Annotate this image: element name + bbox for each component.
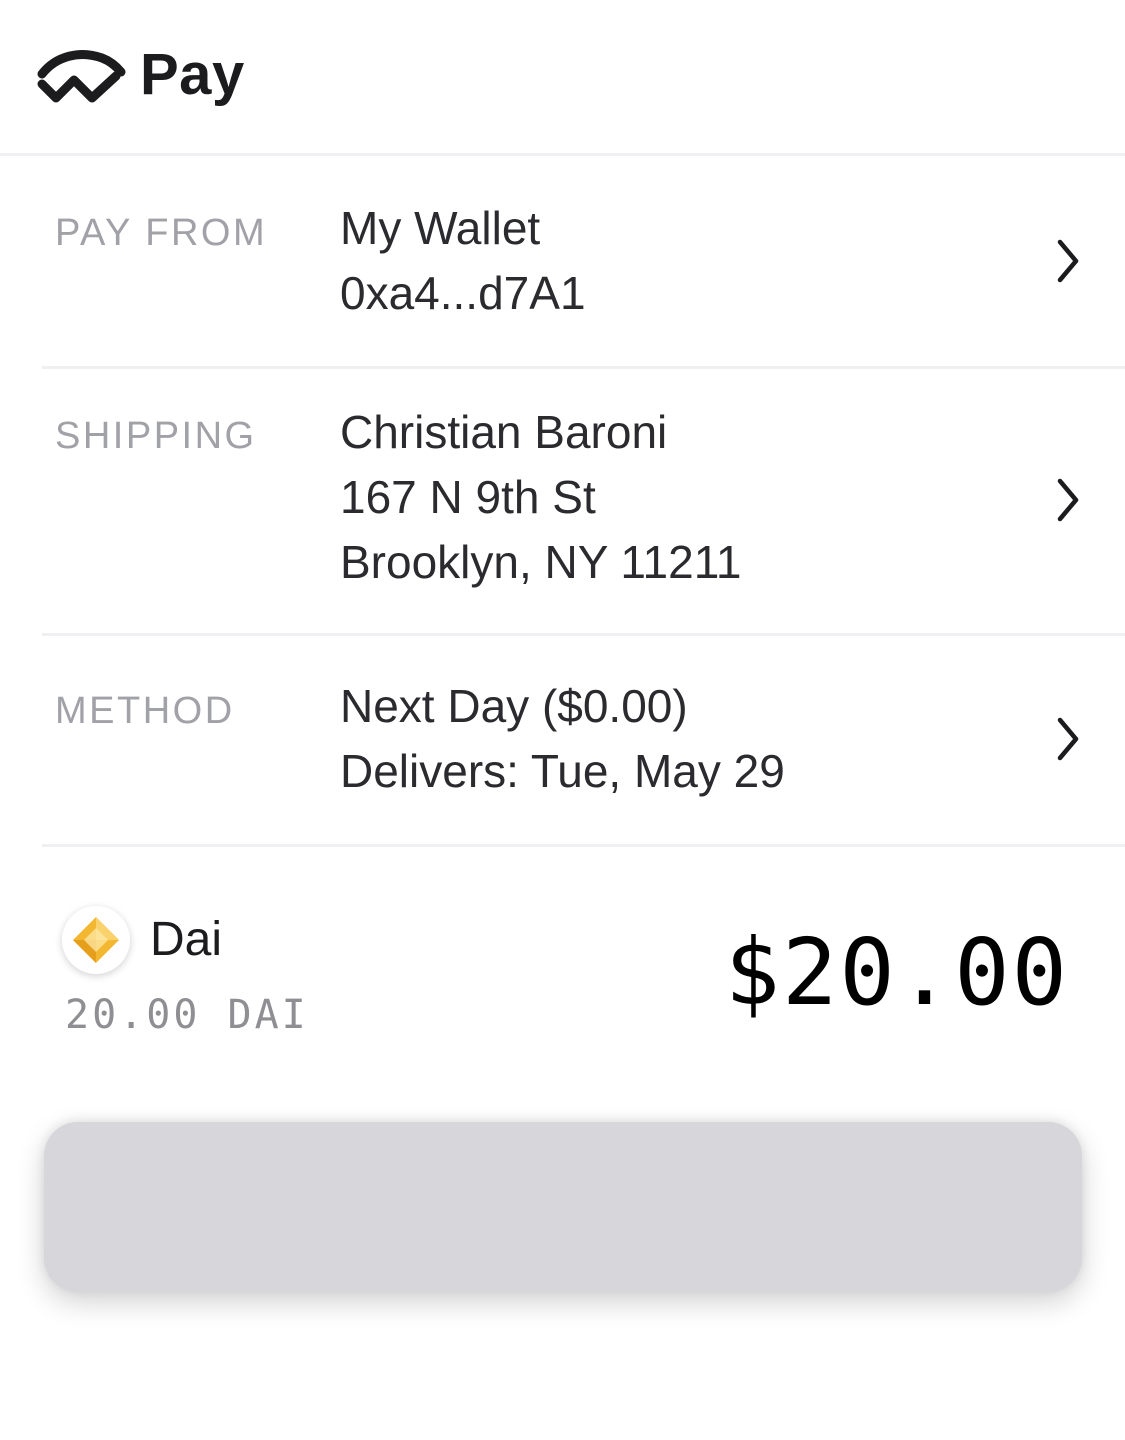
shipping-street: 167 N 9th St [340,471,596,523]
method-row[interactable]: METHOD Next Day ($0.00) Delivers: Tue, M… [42,636,1125,847]
delivery-date: Delivers: Tue, May 29 [340,745,785,797]
page-title: Pay [140,42,245,107]
chevron-right-icon[interactable] [1050,475,1084,525]
walletconnect-logo-icon [37,50,126,103]
shipping-method-option: Next Day ($0.00) [340,680,688,732]
shipping-name: Christian Baroni [340,406,668,458]
shipping-row[interactable]: SHIPPING Christian Baroni 167 N 9th St B… [42,369,1125,636]
app-header: Pay [0,0,1125,156]
pay-button[interactable] [44,1122,1082,1292]
wallet-name: My Wallet [340,202,541,254]
shipping-city: Brooklyn, NY 11211 [340,536,742,588]
dai-coin-icon [62,906,130,974]
chevron-right-icon[interactable] [1050,236,1084,286]
pay-from-row[interactable]: PAY FROM My Wallet 0xa4...d7A1 [42,158,1125,369]
chevron-right-icon[interactable] [1050,714,1084,764]
pay-from-value: My Wallet 0xa4...d7A1 [340,196,586,326]
shipping-address: Christian Baroni 167 N 9th St Brooklyn, … [340,400,741,595]
token-amount: 20.00 DAI [65,992,309,1038]
token-name: Dai [150,913,223,966]
fiat-total: $20.00 [724,919,1069,1026]
wallet-address: 0xa4...d7A1 [340,267,586,319]
method-label: METHOD [55,690,235,732]
shipping-label: SHIPPING [55,415,257,457]
method-value: Next Day ($0.00) Delivers: Tue, May 29 [340,674,785,804]
pay-from-label: PAY FROM [55,212,268,254]
